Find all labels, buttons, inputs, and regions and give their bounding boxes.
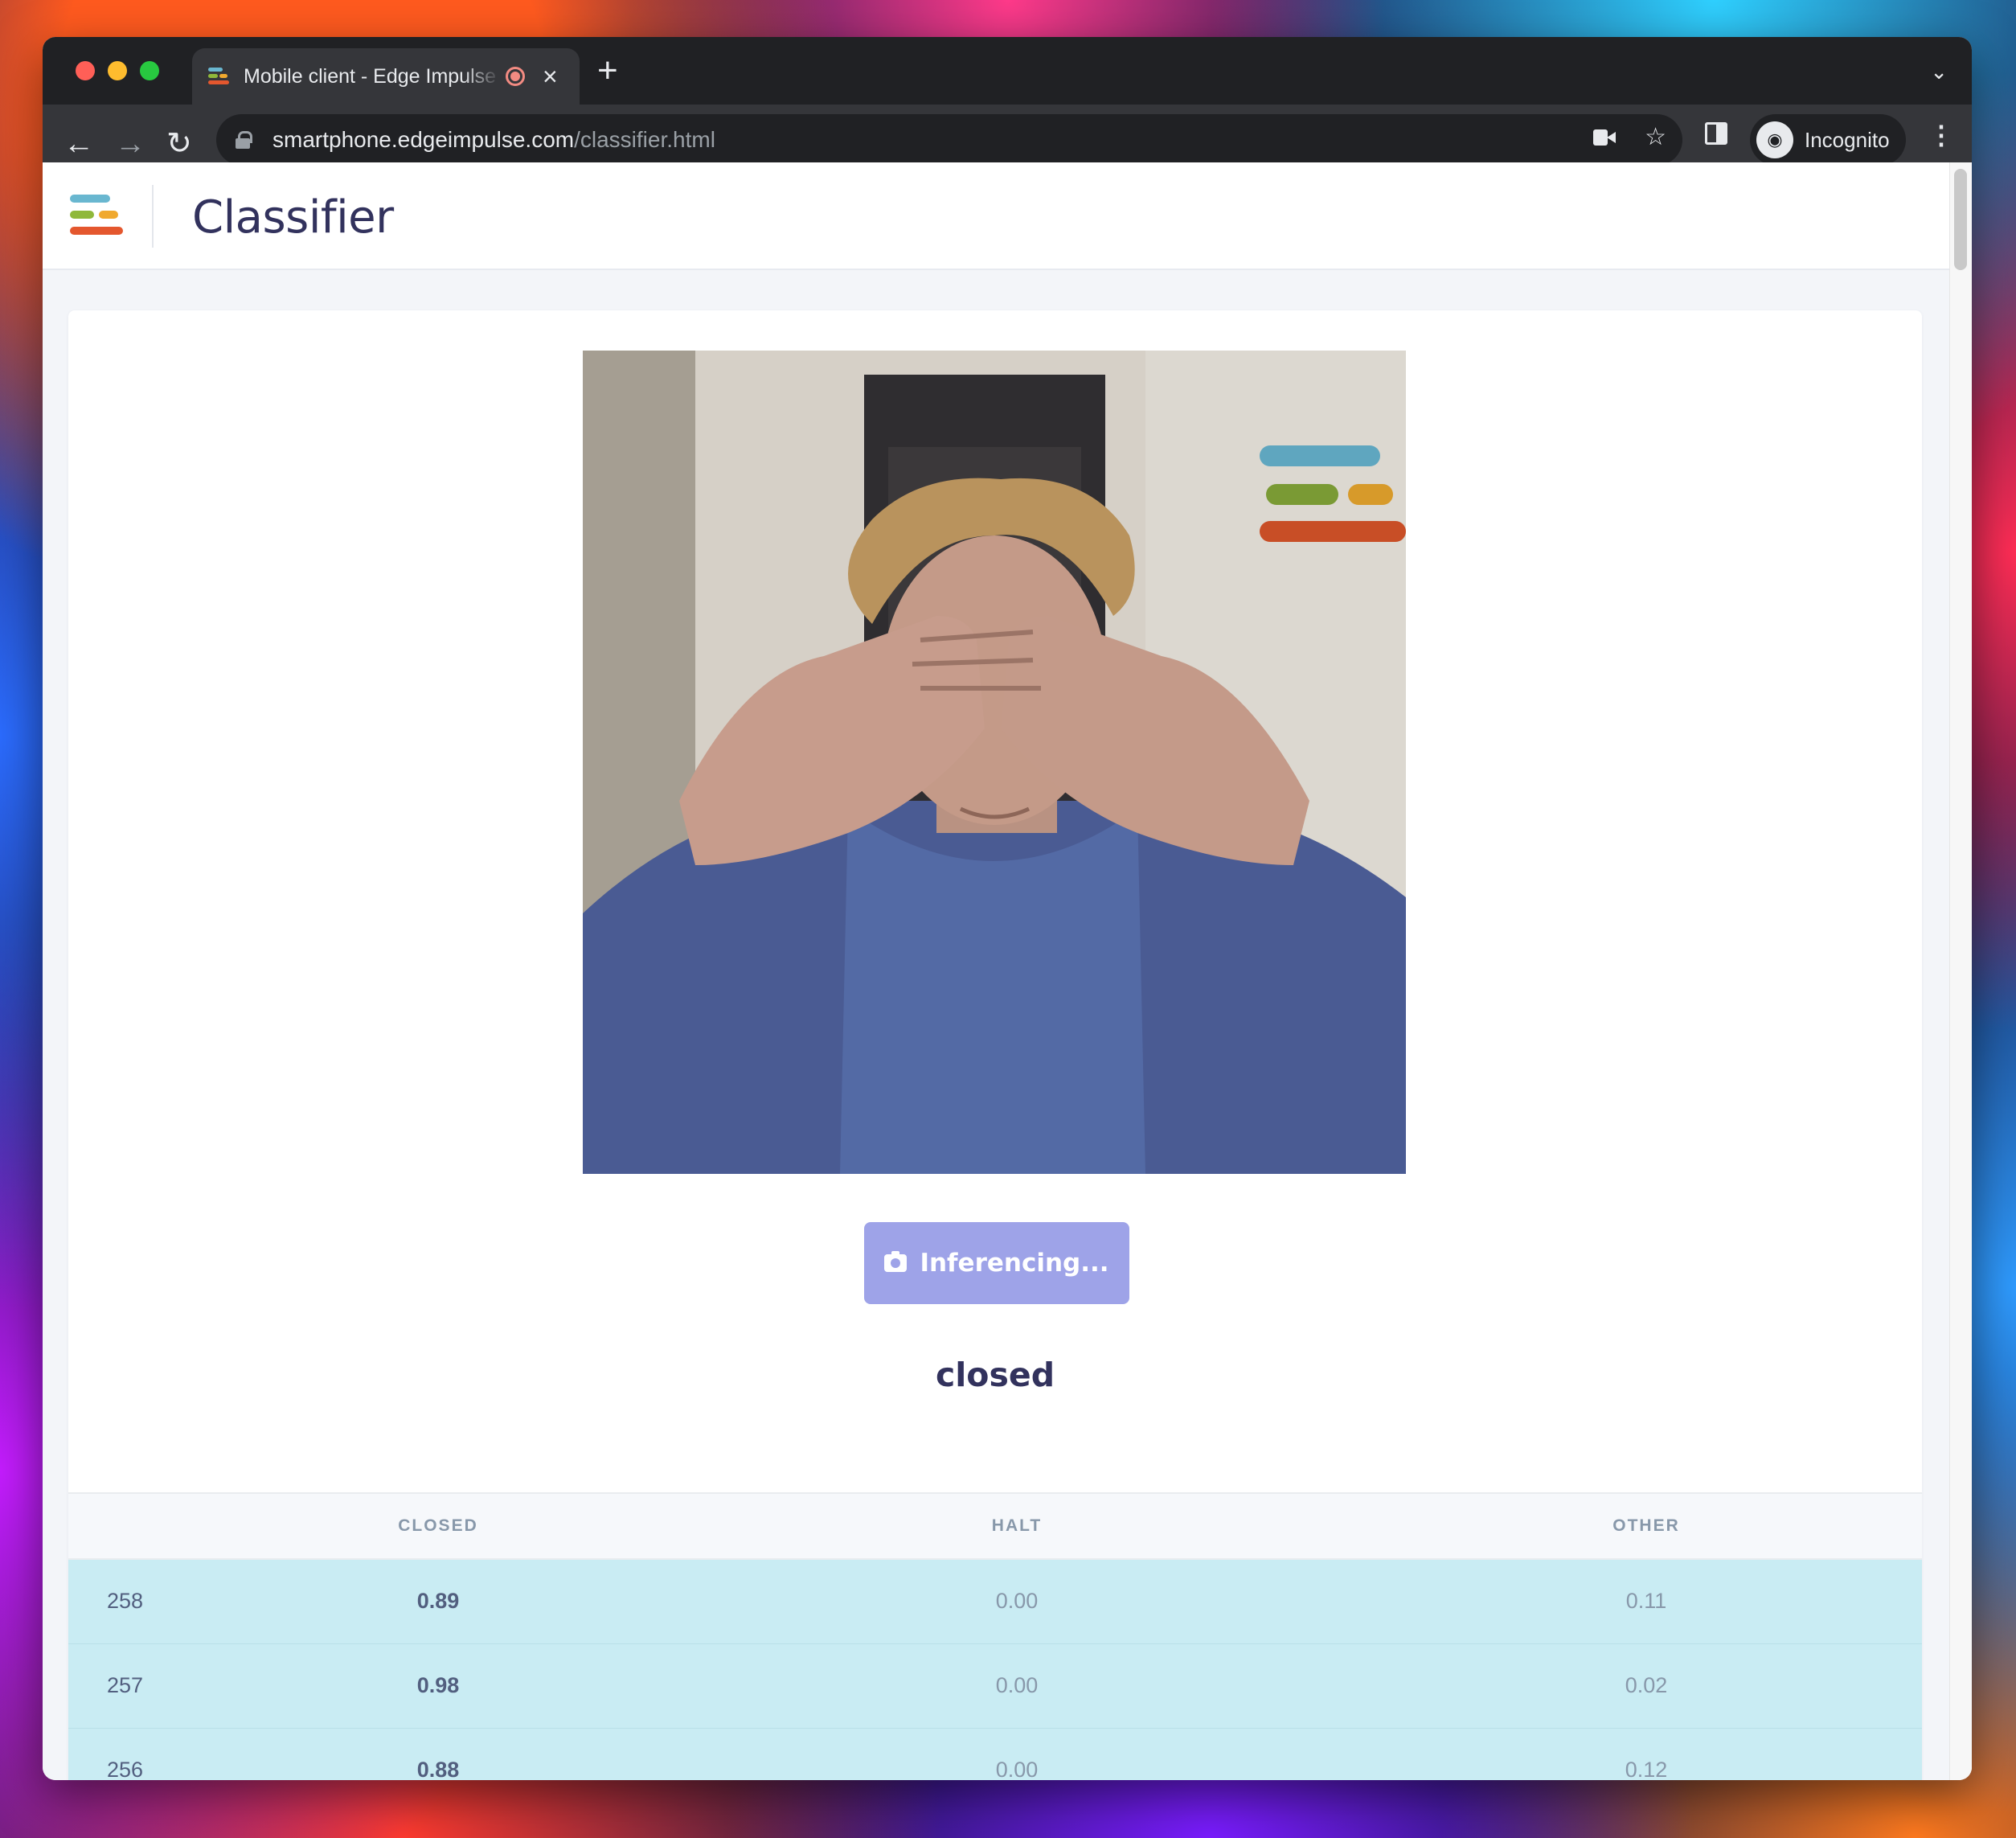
results-table: CLOSED HALT OTHER 258 0.89 0.00 0.11 257…	[68, 1492, 1922, 1780]
reload-button[interactable]: ↻	[166, 129, 192, 159]
scrollbar-thumb[interactable]	[1954, 169, 1967, 270]
row-index: 258	[107, 1589, 144, 1614]
forward-button[interactable]: →	[115, 129, 145, 159]
halt-score: 0.00	[995, 1758, 1039, 1780]
classifier-card: Inferencing... closed CLOSED HALT OTHER …	[68, 310, 1922, 1780]
column-header-halt: HALT	[991, 1516, 1043, 1535]
recording-indicator-icon	[506, 67, 525, 86]
menu-kebab-icon[interactable]: ⋮	[1928, 122, 1954, 148]
new-tab-button[interactable]: +	[597, 53, 618, 88]
column-header-index	[68, 1493, 213, 1559]
halt-score: 0.00	[995, 1589, 1039, 1614]
inferencing-button[interactable]: Inferencing...	[864, 1222, 1129, 1304]
row-index: 256	[107, 1758, 144, 1780]
tab-title: Mobile client - Edge Impulse	[244, 64, 497, 88]
address-bar[interactable]: smartphone.edgeimpulse.com/classifier.ht…	[216, 114, 1682, 166]
other-score: 0.02	[1625, 1673, 1668, 1697]
page-scrollbar[interactable]	[1949, 162, 1972, 1780]
row-index: 257	[107, 1673, 144, 1697]
table-row: 258 0.89 0.00 0.11	[68, 1559, 1922, 1643]
camera-icon	[884, 1251, 908, 1272]
camera-feed-image	[583, 351, 1406, 1174]
back-button[interactable]: ←	[64, 129, 94, 159]
table-header-row: CLOSED HALT OTHER	[68, 1493, 1922, 1559]
lock-icon[interactable]	[236, 131, 252, 149]
halt-score: 0.00	[995, 1673, 1039, 1697]
close-window-button[interactable]	[76, 61, 95, 80]
browser-window: Mobile client - Edge Impulse × + ⌄ ← → ↻…	[43, 37, 1972, 1780]
page-title: Classifier	[192, 191, 394, 244]
minimize-window-button[interactable]	[108, 61, 127, 80]
table-row: 257 0.98 0.00 0.02	[68, 1643, 1922, 1728]
zoom-window-button[interactable]	[140, 61, 159, 80]
column-header-other: OTHER	[1612, 1516, 1680, 1535]
incognito-profile-button[interactable]: ◉ Incognito	[1750, 114, 1906, 166]
header-divider	[152, 185, 154, 248]
inferencing-button-label: Inferencing...	[920, 1249, 1109, 1278]
closed-score: 0.89	[416, 1589, 460, 1614]
column-header-closed: CLOSED	[398, 1516, 478, 1535]
other-score: 0.11	[1625, 1589, 1667, 1614]
bookmark-star-icon[interactable]: ☆	[1645, 125, 1666, 150]
edge-impulse-logo	[70, 195, 125, 235]
url-path: /classifier.html	[574, 127, 715, 152]
closed-score: 0.88	[416, 1758, 460, 1780]
profile-label: Incognito	[1805, 127, 1890, 152]
edge-impulse-favicon-icon	[208, 68, 229, 85]
camera-feed	[583, 351, 1406, 1174]
app-header: Classifier	[43, 162, 1949, 270]
closed-score: 0.98	[416, 1673, 460, 1697]
tab-mobile-client[interactable]: Mobile client - Edge Impulse ×	[192, 48, 580, 105]
side-panel-icon[interactable]	[1705, 122, 1727, 145]
url-host: smartphone.edgeimpulse.com	[272, 127, 575, 152]
other-score: 0.12	[1625, 1758, 1668, 1780]
tab-close-button[interactable]: ×	[543, 64, 558, 89]
tab-strip: Mobile client - Edge Impulse × + ⌄	[43, 37, 1972, 105]
incognito-icon: ◉	[1756, 121, 1793, 158]
url-text: smartphone.edgeimpulse.com/classifier.ht…	[272, 127, 715, 153]
classification-result: closed	[935, 1356, 1055, 1394]
tab-search-button[interactable]: ⌄	[1930, 59, 1948, 84]
page-content: Classifier Inferencing... closed CLOSED …	[43, 162, 1972, 1780]
camera-in-use-icon[interactable]	[1593, 129, 1616, 146]
table-row: 256 0.88 0.00 0.12	[68, 1728, 1922, 1780]
